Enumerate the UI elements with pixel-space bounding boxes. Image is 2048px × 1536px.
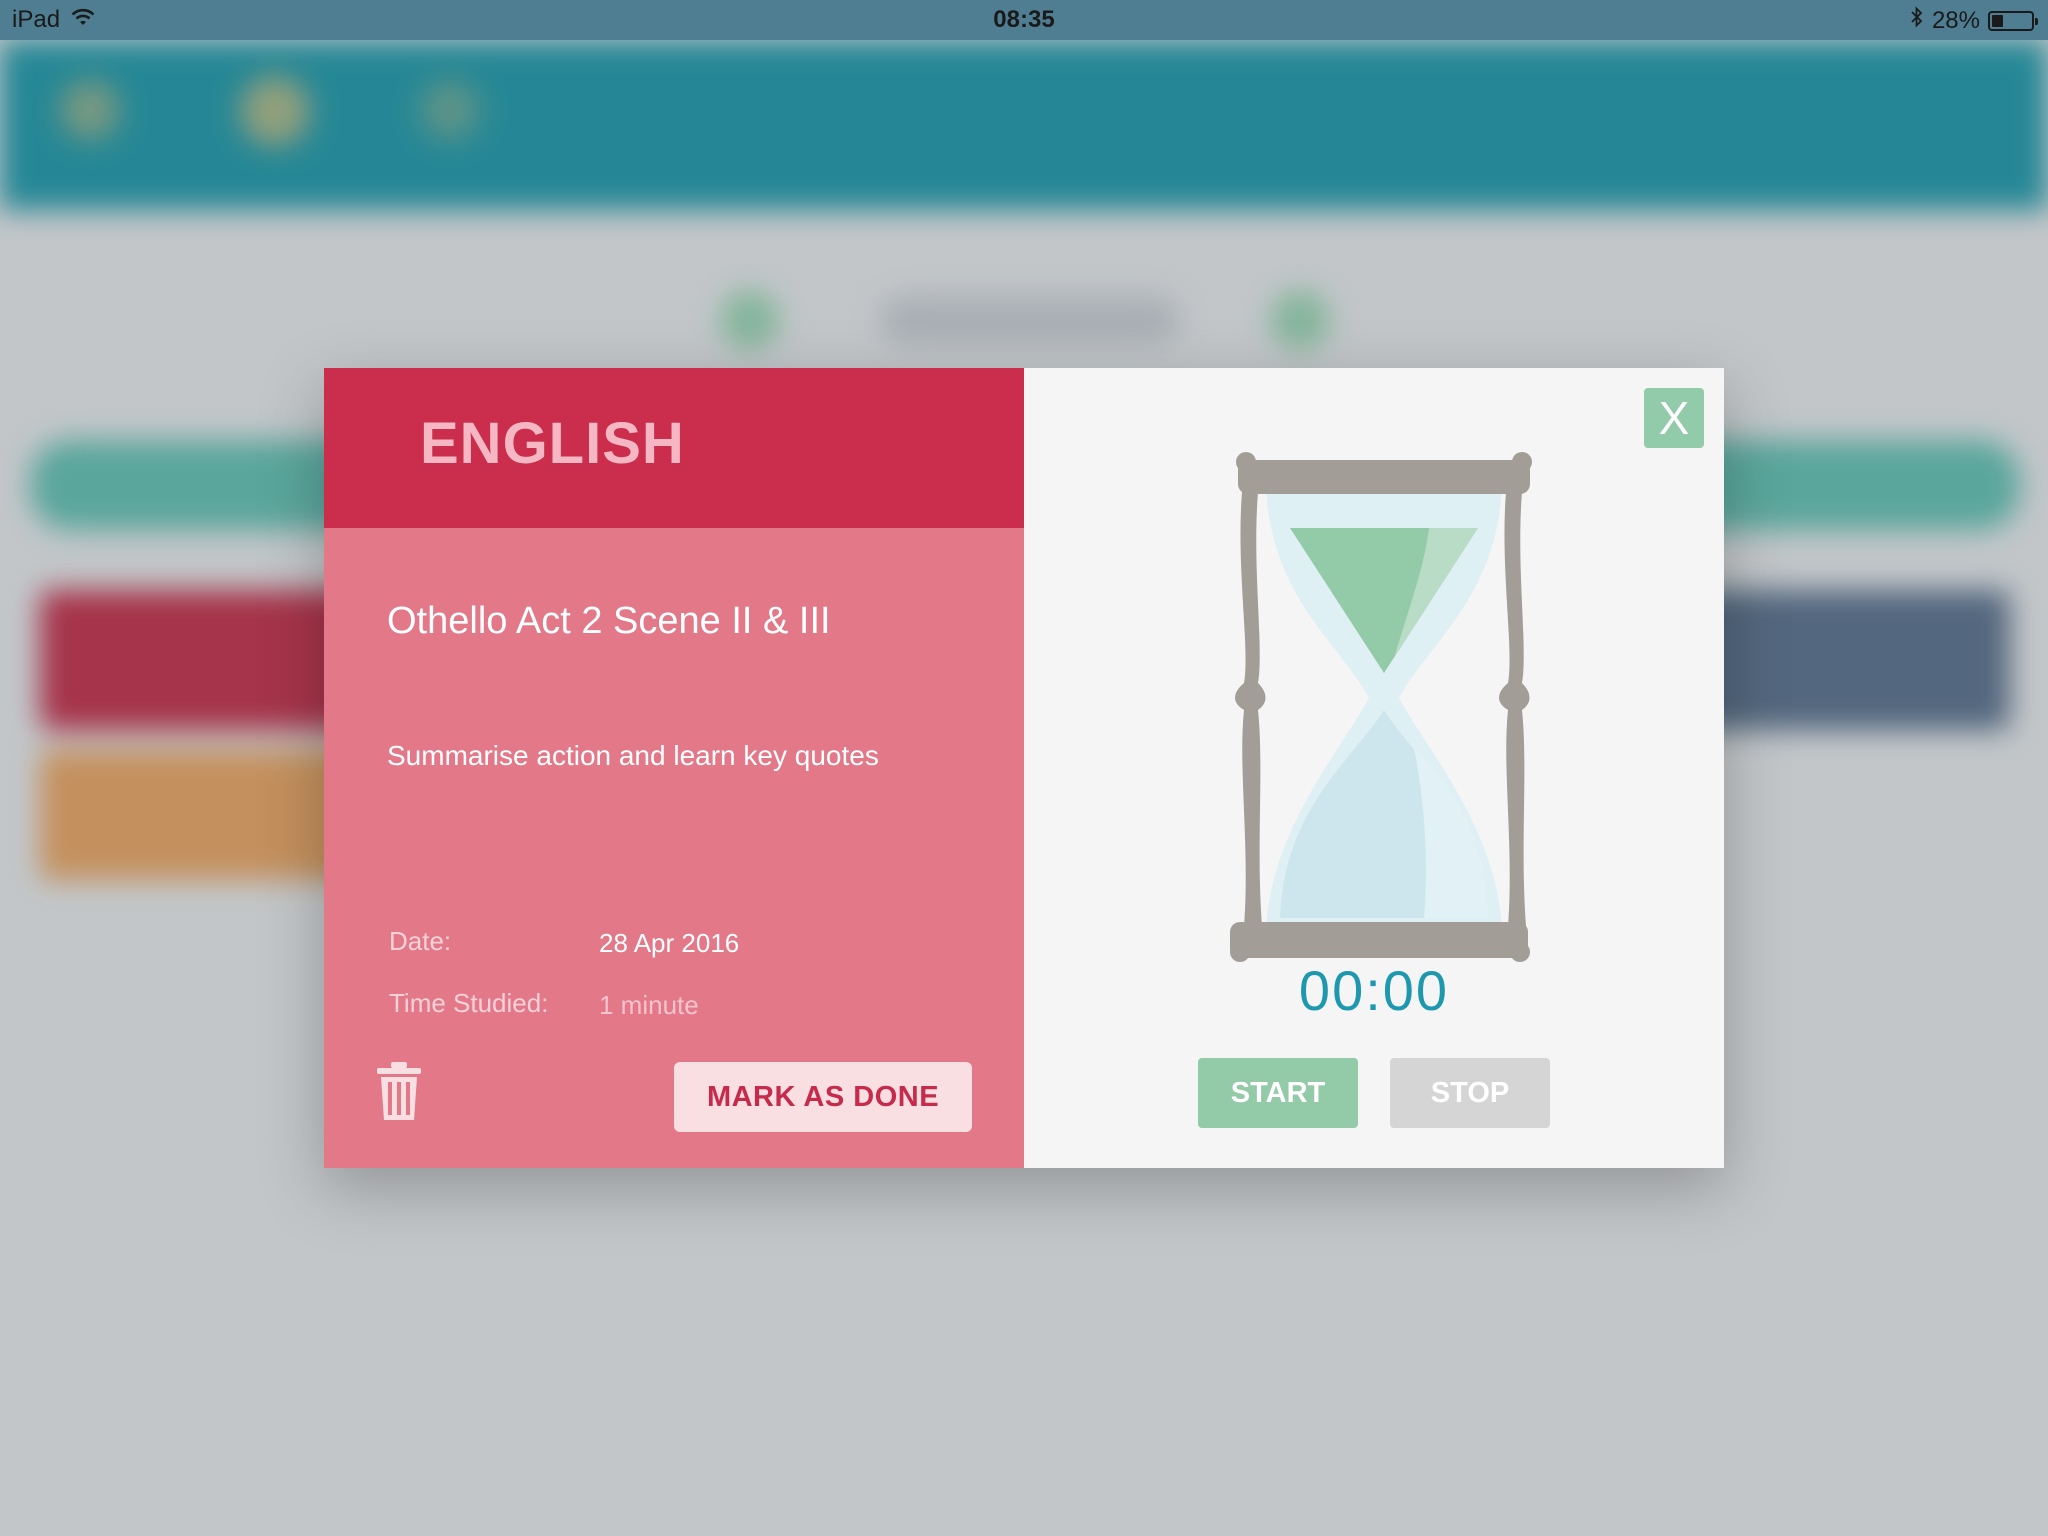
timer-display: 00:00 [1298, 959, 1450, 1022]
task-title: Othello Act 2 Scene II & III [387, 600, 831, 642]
close-button[interactable]: X [1644, 388, 1704, 448]
trash-icon[interactable] [374, 1060, 424, 1122]
stop-button[interactable]: STOP [1390, 1058, 1550, 1128]
battery-level [1992, 14, 2003, 27]
task-description: Summarise action and learn key quotes [387, 740, 879, 771]
time-studied-value: 1 minute [599, 990, 699, 1020]
task-details-panel: ENGLISH Othello Act 2 Scene II & III Sum… [324, 368, 1024, 1168]
time-studied-label: Time Studied: [389, 988, 549, 1018]
subject-header: ENGLISH [324, 368, 1024, 528]
status-time: 08:35 [993, 6, 1055, 33]
battery-percent: 28% [1931, 6, 1980, 34]
start-button[interactable]: START [1198, 1058, 1358, 1128]
status-bar: iPad 08:35 28% [0, 0, 2048, 40]
subject-title: ENGLISH [420, 411, 685, 476]
battery-icon [1988, 10, 2038, 31]
date-label: Date: [389, 926, 452, 956]
timer-panel: X 00:00 START STOP [1024, 368, 1724, 1168]
mark-as-done-button[interactable]: MARK AS DONE [674, 1062, 972, 1132]
study-session-modal: ENGLISH Othello Act 2 Scene II & III Sum… [324, 368, 1724, 1168]
bluetooth-icon [1910, 6, 1924, 35]
hourglass-icon [1224, 448, 1544, 968]
date-value: 28 Apr 2016 [599, 928, 740, 958]
